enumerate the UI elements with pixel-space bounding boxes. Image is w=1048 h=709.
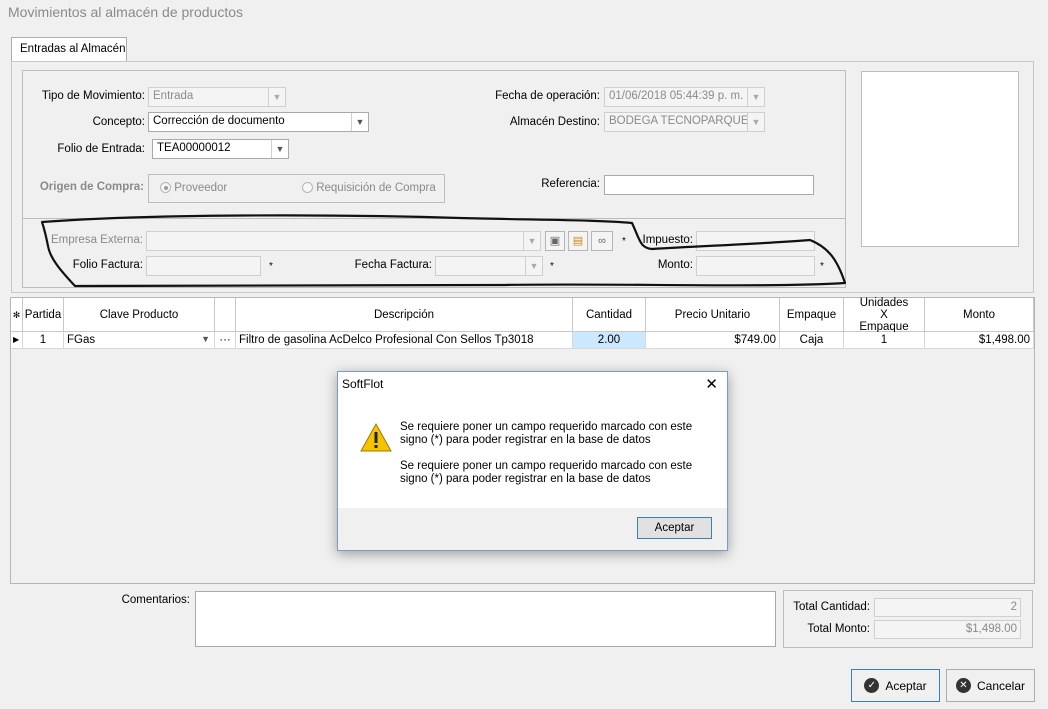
aceptar-label: Aceptar — [885, 678, 927, 693]
cell-cantidad[interactable]: 2.00 — [573, 332, 646, 349]
grid-header-marker: ✻ — [11, 298, 23, 332]
cell-unidades[interactable]: 1 — [844, 332, 925, 349]
dialog-title: SoftFlot — [342, 377, 384, 391]
cancel-circle-icon: ✕ — [955, 678, 971, 693]
col-descripcion[interactable]: Descripción — [236, 298, 573, 332]
total-cantidad-label: Total Cantidad: — [793, 601, 870, 613]
col-empaque[interactable]: Empaque — [780, 298, 844, 332]
col-partida[interactable]: Partida — [23, 298, 64, 332]
cell-empaque[interactable]: Caja — [780, 332, 844, 349]
dialog-message-1: Se requiere poner un campo requerido mar… — [400, 421, 693, 446]
total-monto-label: Total Monto: — [807, 623, 870, 635]
total-monto-field: $1,498.00 — [874, 620, 1021, 639]
col-monto[interactable]: Monto — [925, 298, 1034, 332]
message-dialog: SoftFlot ✕ Se requiere poner un campo re… — [337, 371, 728, 551]
cancelar-button[interactable]: ✕ Cancelar — [946, 669, 1035, 702]
comentarios-label: Comentarios: — [121, 594, 190, 606]
comentarios-textarea[interactable] — [195, 591, 776, 647]
cell-precio[interactable]: $749.00 — [646, 332, 780, 349]
col-unidades-empaque[interactable]: Unidades X Empaque — [844, 297, 925, 333]
warning-icon — [360, 423, 392, 452]
cell-ellipsis-button[interactable]: ··· — [215, 332, 236, 349]
col-button[interactable] — [215, 298, 236, 332]
aceptar-button[interactable]: ✓ Aceptar — [851, 669, 940, 702]
col-cantidad[interactable]: Cantidad — [573, 298, 646, 332]
check-circle-icon: ✓ — [864, 678, 880, 693]
cell-clave[interactable]: FGas ▼ — [64, 332, 215, 349]
col-clave-producto[interactable]: Clave Producto — [64, 298, 215, 332]
dialog-message-2: Se requiere poner un campo requerido mar… — [400, 460, 693, 485]
col-precio-unitario[interactable]: Precio Unitario — [646, 298, 780, 332]
close-icon[interactable]: ✕ — [705, 375, 718, 393]
cell-monto[interactable]: $1,498.00 — [925, 332, 1034, 349]
cell-partida[interactable]: 1 — [23, 332, 64, 349]
cell-descripcion[interactable]: Filtro de gasolina AcDelco Profesional C… — [236, 332, 573, 349]
total-cantidad-field: 2 — [874, 598, 1021, 617]
dialog-ok-button[interactable]: Aceptar — [637, 517, 712, 539]
cancelar-label: Cancelar — [976, 678, 1026, 693]
row-selector-icon[interactable]: ▶ — [11, 332, 23, 349]
cell-clave-value: FGas — [67, 334, 96, 346]
chevron-down-icon[interactable]: ▼ — [201, 334, 210, 344]
